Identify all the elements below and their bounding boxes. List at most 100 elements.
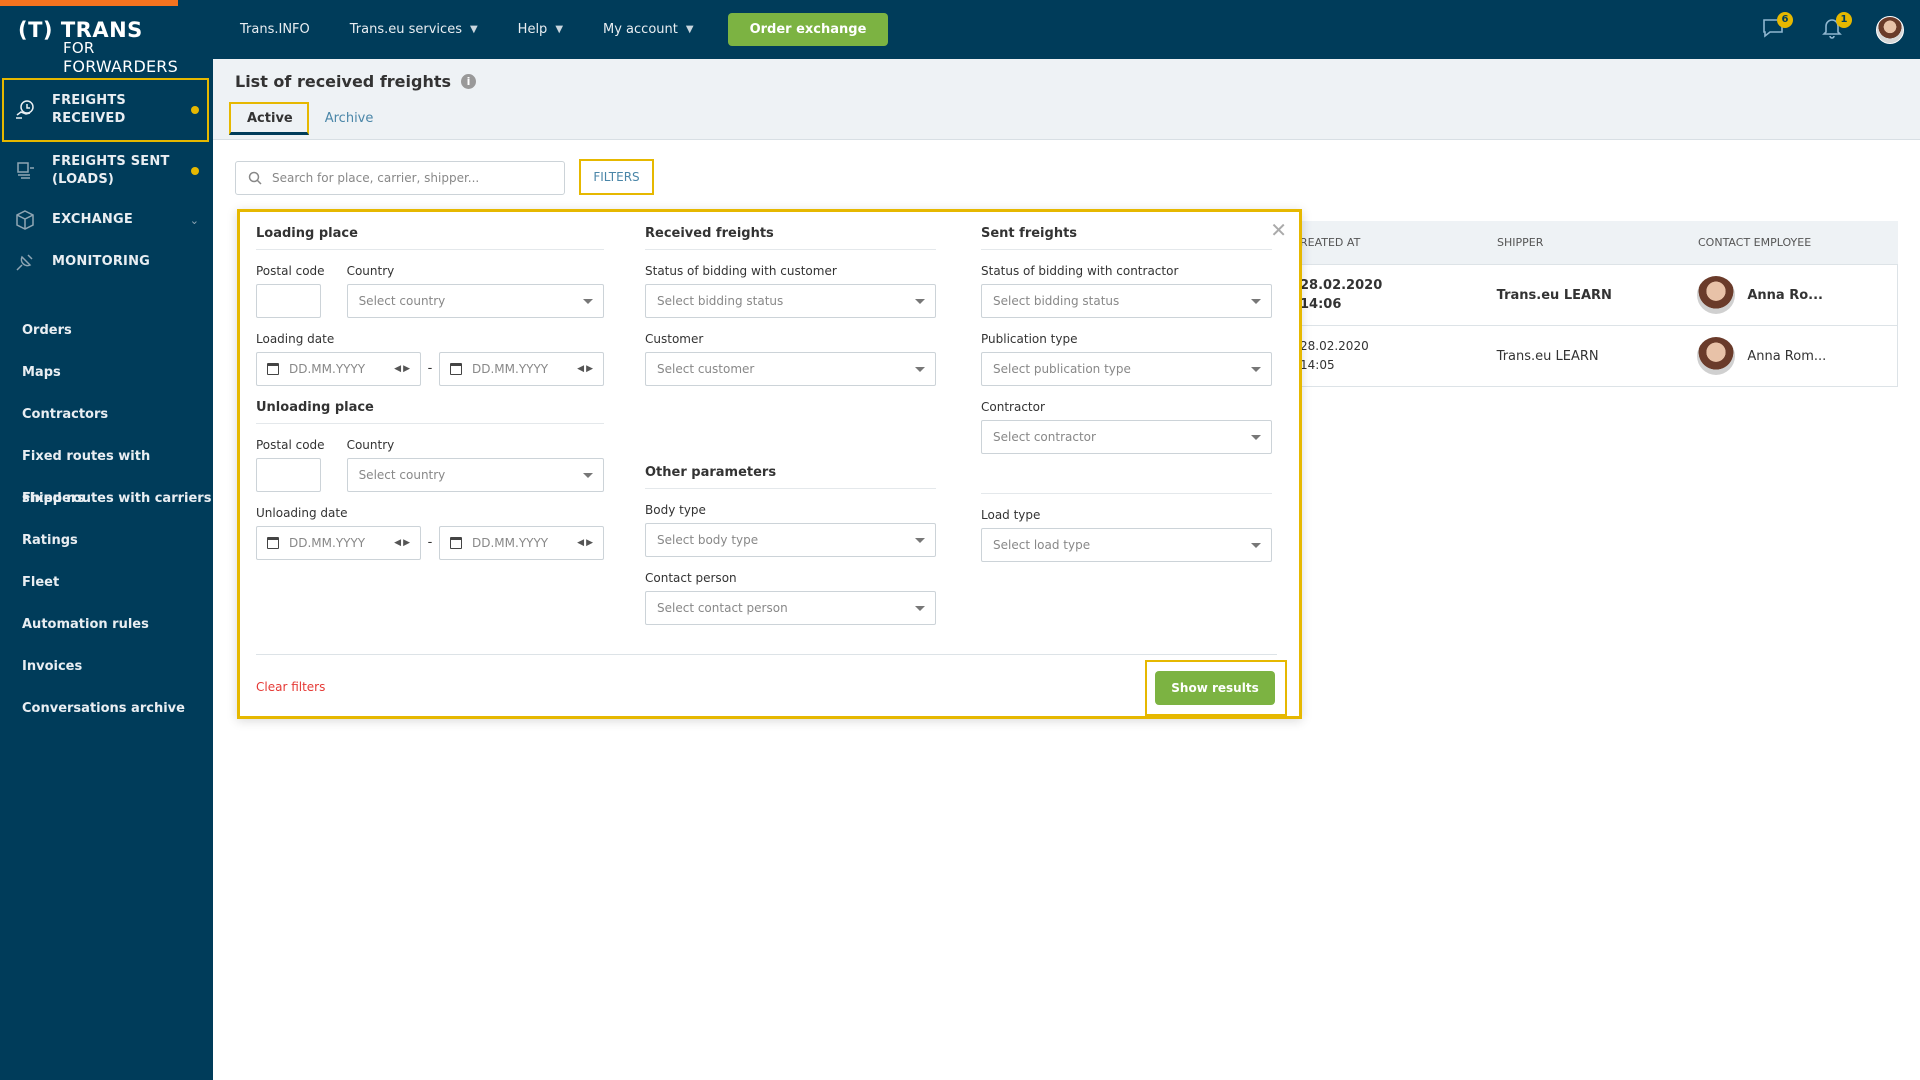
body-type-select[interactable]: Select body type: [645, 523, 936, 557]
contact-person-label: Contact person: [645, 571, 737, 585]
search-box[interactable]: [235, 161, 565, 195]
customer-select[interactable]: Select customer: [645, 352, 936, 386]
unloading-date-from[interactable]: DD.MM.YYYY ◀▶: [256, 526, 421, 560]
other-parameters-title: Other parameters: [645, 465, 936, 489]
load-type-select[interactable]: Select load type: [981, 528, 1272, 562]
publication-type-label: Publication type: [981, 332, 1078, 346]
sidebar-item-invoices[interactable]: Invoices: [0, 646, 213, 688]
unloading-date-label: Unloading date: [256, 506, 348, 520]
top-link-services[interactable]: Trans.eu services ▼: [350, 22, 478, 37]
loading-country-select[interactable]: Select country: [346, 284, 604, 318]
caret-down-icon: [1251, 298, 1261, 304]
tab-archive[interactable]: Archive: [309, 102, 388, 135]
row-contact: Anna Rom...: [1697, 337, 1897, 375]
date-stepper-icon[interactable]: ◀▶: [577, 364, 595, 374]
caret-down-icon: [1251, 366, 1261, 372]
sidebar-item-monitoring[interactable]: MONITORING: [0, 242, 213, 282]
search-input[interactable]: [272, 171, 552, 185]
unloading-date-range: DD.MM.YYYY ◀▶ - DD.MM.YYYY ◀▶: [256, 526, 604, 560]
notifications-button[interactable]: 1: [1816, 11, 1852, 46]
sidebar-item-contractors[interactable]: Contractors: [0, 394, 213, 436]
show-results-highlight: Show results: [1145, 660, 1287, 716]
row-created-at: 28.02.2020 14:05: [1300, 339, 1369, 372]
received-freights-title: Received freights: [645, 226, 936, 250]
sidebar-item-conversations-archive[interactable]: Conversations archive: [0, 688, 213, 730]
date-stepper-icon[interactable]: ◀▶: [394, 538, 412, 548]
loading-postal-label: Postal code: [256, 264, 325, 278]
sidebar-item-orders[interactable]: Orders: [0, 310, 213, 352]
table-row[interactable]: 28.02.2020 14:06 Trans.eu LEARN Anna Ro..…: [1300, 265, 1898, 326]
col-created-at[interactable]: REATED AT: [1300, 236, 1497, 249]
notifications-badge: 1: [1836, 11, 1852, 28]
sidebar-item-maps[interactable]: Maps: [0, 352, 213, 394]
contact-person-select[interactable]: Select contact person: [645, 591, 936, 625]
brand-logo[interactable]: (T) TRANS FOR FORWARDERS: [18, 18, 208, 76]
messages-badge: 6: [1777, 11, 1793, 28]
sidebar-item-fixed-routes-shippers[interactable]: Fixed routes with shippers: [0, 436, 213, 506]
clear-filters-link[interactable]: Clear filters: [256, 680, 325, 694]
top-link-my-account[interactable]: My account ▼: [603, 22, 694, 37]
notification-dot: [191, 167, 199, 175]
loading-place-title: Loading place: [256, 226, 604, 250]
avatar: [1697, 276, 1736, 314]
calendar-icon: [450, 363, 462, 375]
user-avatar[interactable]: [1876, 15, 1904, 44]
col-shipper[interactable]: SHIPPER: [1497, 236, 1698, 249]
unloading-country-select[interactable]: Select country: [346, 458, 604, 492]
loading-date-from[interactable]: DD.MM.YYYY ◀▶: [256, 352, 421, 386]
sidebar-item-label: FREIGHTS SENT (LOADS): [52, 154, 170, 187]
top-right-actions: 6 1: [1730, 0, 1904, 59]
tabs: Active Archive: [229, 102, 387, 135]
sidebar-item-label: EXCHANGE: [52, 212, 133, 227]
loading-postal-country: Postal code Country Select country: [256, 250, 604, 318]
date-stepper-icon[interactable]: ◀▶: [577, 538, 595, 548]
page-title: List of received freights i: [235, 72, 477, 91]
filter-col-sent: Sent freights Status of bidding with con…: [981, 226, 1272, 562]
sidebar-item-label: FREIGHTS RECEIVED: [52, 93, 126, 126]
date-stepper-icon[interactable]: ◀▶: [394, 364, 412, 374]
filters-button[interactable]: FILTERS: [579, 159, 654, 195]
caret-down-icon: [1251, 434, 1261, 440]
contractor-label: Contractor: [981, 400, 1045, 414]
sidebar-item-automation-rules[interactable]: Automation rules: [0, 604, 213, 646]
contractor-select[interactable]: Select contractor: [981, 420, 1272, 454]
messages-button[interactable]: 6: [1757, 11, 1793, 46]
sidebar-item-fixed-routes-carriers[interactable]: Fixed routes with carriers: [0, 478, 213, 520]
customer-label: Customer: [645, 332, 704, 346]
received-bidding-label: Status of bidding with customer: [645, 264, 837, 278]
received-bidding-select[interactable]: Select bidding status: [645, 284, 936, 318]
caret-down-icon: [1251, 542, 1261, 548]
freights-received-icon: [14, 99, 36, 121]
col-contact-employee[interactable]: CONTACT EMPLOYEE: [1698, 236, 1898, 249]
top-link-trans-info[interactable]: Trans.INFO: [240, 22, 310, 37]
body-type-label: Body type: [645, 503, 706, 517]
unloading-date-to[interactable]: DD.MM.YYYY ◀▶: [439, 526, 604, 560]
avatar: [1697, 337, 1736, 375]
caret-down-icon: [583, 472, 593, 478]
table-row[interactable]: 28.02.2020 14:05 Trans.eu LEARN Anna Rom.…: [1300, 326, 1898, 387]
sidebar-item-exchange[interactable]: EXCHANGE ⌄: [0, 198, 213, 242]
top-bar: Trans.INFO Trans.eu services ▼ Help ▼ My a…: [213, 0, 1920, 59]
loading-postal-input[interactable]: [256, 284, 321, 318]
info-icon[interactable]: i: [461, 74, 477, 89]
row-shipper: Trans.eu LEARN: [1496, 287, 1612, 303]
sidebar-item-label: MONITORING: [52, 254, 151, 269]
sent-bidding-select[interactable]: Select bidding status: [981, 284, 1272, 318]
unloading-postal-input[interactable]: [256, 458, 321, 492]
close-icon[interactable]: ✕: [1270, 218, 1287, 242]
loading-date-to[interactable]: DD.MM.YYYY ◀▶: [439, 352, 604, 386]
sidebar-item-freights-received[interactable]: FREIGHTS RECEIVED: [2, 78, 209, 142]
filters-panel: ✕ Loading place Postal code Country Sele…: [237, 209, 1302, 719]
tab-active[interactable]: Active: [229, 102, 309, 135]
sidebar-item-fleet[interactable]: Fleet: [0, 562, 213, 604]
row-contact: Anna Ro...: [1697, 276, 1897, 314]
sidebar-item-ratings[interactable]: Ratings: [0, 520, 213, 562]
order-exchange-button[interactable]: Order exchange: [727, 13, 889, 46]
caret-down-icon: [915, 605, 925, 611]
filter-col-received: Received freights Status of bidding with…: [645, 226, 936, 625]
publication-type-select[interactable]: Select publication type: [981, 352, 1272, 386]
caret-down-icon: [583, 298, 593, 304]
top-link-help[interactable]: Help ▼: [518, 22, 563, 37]
sidebar-item-freights-sent[interactable]: FREIGHTS SENT (LOADS): [0, 144, 213, 198]
show-results-button[interactable]: Show results: [1155, 671, 1275, 705]
